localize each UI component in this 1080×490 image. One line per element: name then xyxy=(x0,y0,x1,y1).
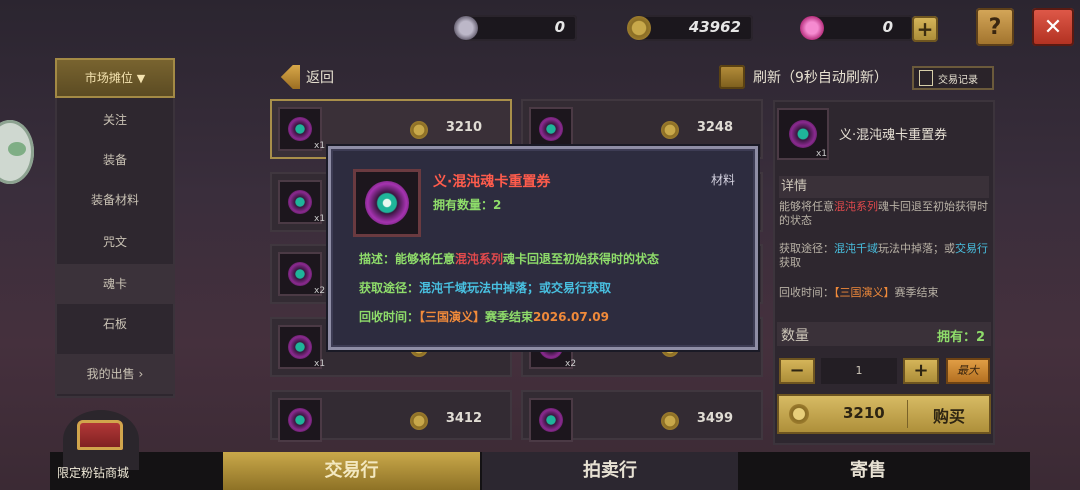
help-button[interactable]: ? xyxy=(976,8,1014,46)
gold-coin-icon xyxy=(661,121,679,139)
market-stall-label: 市场摊位 xyxy=(84,71,133,85)
gold-value: 43962 xyxy=(688,18,741,36)
listing-price: 3248 xyxy=(696,120,733,135)
diamond-icon xyxy=(454,16,478,40)
listing-card[interactable]: 3412 xyxy=(270,390,512,442)
chaos-orb-icon xyxy=(288,190,312,214)
refresh-button[interactable]: 刷新（9秒自动刷新） xyxy=(719,63,888,91)
listing-qty: x2 xyxy=(314,286,326,296)
menu-item-follow[interactable]: 关注 xyxy=(55,100,175,140)
decrease-quantity-button[interactable]: − xyxy=(779,358,815,384)
detail-panel: x1 义·混沌魂卡重置券 详情 能够将任意混沌系列魂卡回退至初始获得时的状态 获… xyxy=(773,100,995,445)
detail-item-name: 义·混沌魂卡重置券 xyxy=(839,128,948,143)
max-quantity-button[interactable]: 最大 xyxy=(946,358,990,384)
trade-log-label: 交易记录 xyxy=(938,74,978,86)
chaos-orb-icon xyxy=(365,181,409,225)
menu-item-equipment[interactable]: 装备 xyxy=(55,140,175,180)
my-sales-button[interactable]: 我的出售 › xyxy=(55,354,175,394)
popup-item-name: 义·混沌魂卡重置券 xyxy=(433,174,551,190)
soul-card-thumbnail xyxy=(529,398,573,442)
chaos-orb-icon xyxy=(288,408,312,432)
divider xyxy=(907,400,908,428)
my-sales-label: 我的出售 xyxy=(86,367,135,381)
menu-item-soul-cards[interactable]: 魂卡 xyxy=(55,264,175,304)
tab-auction-house[interactable]: 拍卖行 xyxy=(482,452,738,490)
quantity-input[interactable]: 1 xyxy=(821,358,897,384)
detail-qty-badge: x1 xyxy=(815,149,827,159)
market-stall-header[interactable]: 市场摊位 ▼ xyxy=(55,58,175,98)
listing-qty: x1 xyxy=(314,141,326,151)
bottom-tab-bar: 交易行 拍卖行 寄售 xyxy=(50,452,1030,490)
buy-label: 购买 xyxy=(933,407,966,426)
market-menu: 市场摊位 ▼ 关注 装备 装备材料 咒文 魂卡 石板 我的出售 › xyxy=(55,58,175,398)
popup-source: 获取途径：混沌千域玩法中掉落；或交易行获取 xyxy=(359,281,612,295)
gold-coin-icon xyxy=(410,412,428,430)
tab-consignment[interactable]: 寄售 xyxy=(740,452,996,490)
item-detail-popup: 义·混沌魂卡重置券 材料 拥有数量：2 描述：能够将任意混沌系列魂卡回退至初始获… xyxy=(328,146,758,350)
refresh-icon xyxy=(719,65,745,89)
chaos-orb-icon xyxy=(288,262,312,286)
refresh-label: 刷新（9秒自动刷新） xyxy=(753,70,888,86)
close-button[interactable]: ✕ xyxy=(1032,8,1074,46)
tab-trading-house[interactable]: 交易行 xyxy=(223,452,480,490)
back-button[interactable]: 返回 xyxy=(276,63,334,91)
gold-coin-icon xyxy=(627,16,651,40)
listing-price: 3412 xyxy=(445,411,482,426)
limited-shop-button[interactable]: 限定粉钻商城 xyxy=(55,410,195,490)
trade-log-button[interactable]: 交易记录 xyxy=(912,66,994,90)
soul-card-thumbnail xyxy=(529,107,573,151)
detail-section-title: 详情 xyxy=(779,176,989,198)
buy-button[interactable]: 3210 购买 xyxy=(777,394,991,434)
listing-qty: x2 xyxy=(565,359,577,369)
diamond-value: 0 xyxy=(554,18,565,36)
detail-thumbnail: x1 xyxy=(777,108,829,160)
quantity-row: 数量 拥有：2 xyxy=(777,322,991,346)
popup-description: 描述：能够将任意混沌系列魂卡回退至初始获得时的状态 xyxy=(359,252,660,266)
gold-coin-icon xyxy=(410,121,428,139)
limited-shop-label: 限定粉钻商城 xyxy=(57,466,130,480)
detail-recycle: 回收时间：【三国演义】赛季结束 xyxy=(779,286,939,299)
chevron-down-icon: ▼ xyxy=(136,72,146,85)
popup-category: 材料 xyxy=(710,173,735,187)
back-label: 返回 xyxy=(306,70,334,86)
log-icon xyxy=(919,70,933,86)
gold-counter: 43962 xyxy=(627,15,753,41)
chaos-orb-icon xyxy=(789,120,817,148)
menu-item-equipment-materials[interactable]: 装备材料 xyxy=(55,180,175,220)
popup-recycle: 回收时间：【三国演义】赛季结束2026.07.09 xyxy=(359,310,609,324)
pink-gem-icon xyxy=(800,16,824,40)
popup-owned: 拥有数量：2 xyxy=(433,198,502,212)
listing-price: 3499 xyxy=(696,411,733,426)
diamond-counter: 0 xyxy=(454,15,577,41)
gold-coin-icon xyxy=(789,404,809,424)
increase-quantity-button[interactable]: + xyxy=(903,358,939,384)
add-pink-gem-button[interactable]: + xyxy=(912,16,938,42)
chaos-orb-icon xyxy=(539,117,563,141)
chaos-orb-icon xyxy=(288,335,312,359)
chevron-right-icon: › xyxy=(138,367,144,381)
treasure-chest-icon xyxy=(63,410,139,470)
buy-price: 3210 xyxy=(843,404,885,422)
chaos-orb-icon xyxy=(288,117,312,141)
back-arrow-icon xyxy=(280,65,300,89)
listing-price: 3210 xyxy=(445,120,482,135)
popup-thumbnail xyxy=(353,169,421,237)
listing-qty: x1 xyxy=(314,359,326,369)
gold-coin-icon xyxy=(661,412,679,430)
menu-item-spells[interactable]: 咒文 xyxy=(55,222,175,262)
detail-source: 获取途径：混沌千域玩法中掉落；或交易行获取 xyxy=(779,242,988,269)
chaos-orb-icon xyxy=(539,408,563,432)
soul-card-thumbnail xyxy=(278,398,322,442)
pink-gem-counter: 0 xyxy=(800,15,913,41)
chat-icon xyxy=(8,142,26,156)
listing-card[interactable]: 3499 xyxy=(521,390,763,442)
owned-count: 拥有：2 xyxy=(936,330,985,345)
menu-item-tablets[interactable]: 石板 xyxy=(55,304,175,344)
quantity-label: 数量 xyxy=(781,328,809,344)
listing-qty: x1 xyxy=(314,214,326,224)
chat-bubble-button[interactable] xyxy=(0,120,34,184)
detail-description: 能够将任意混沌系列魂卡回退至初始获得时的状态 xyxy=(779,200,988,227)
pink-gem-value: 0 xyxy=(882,18,893,36)
